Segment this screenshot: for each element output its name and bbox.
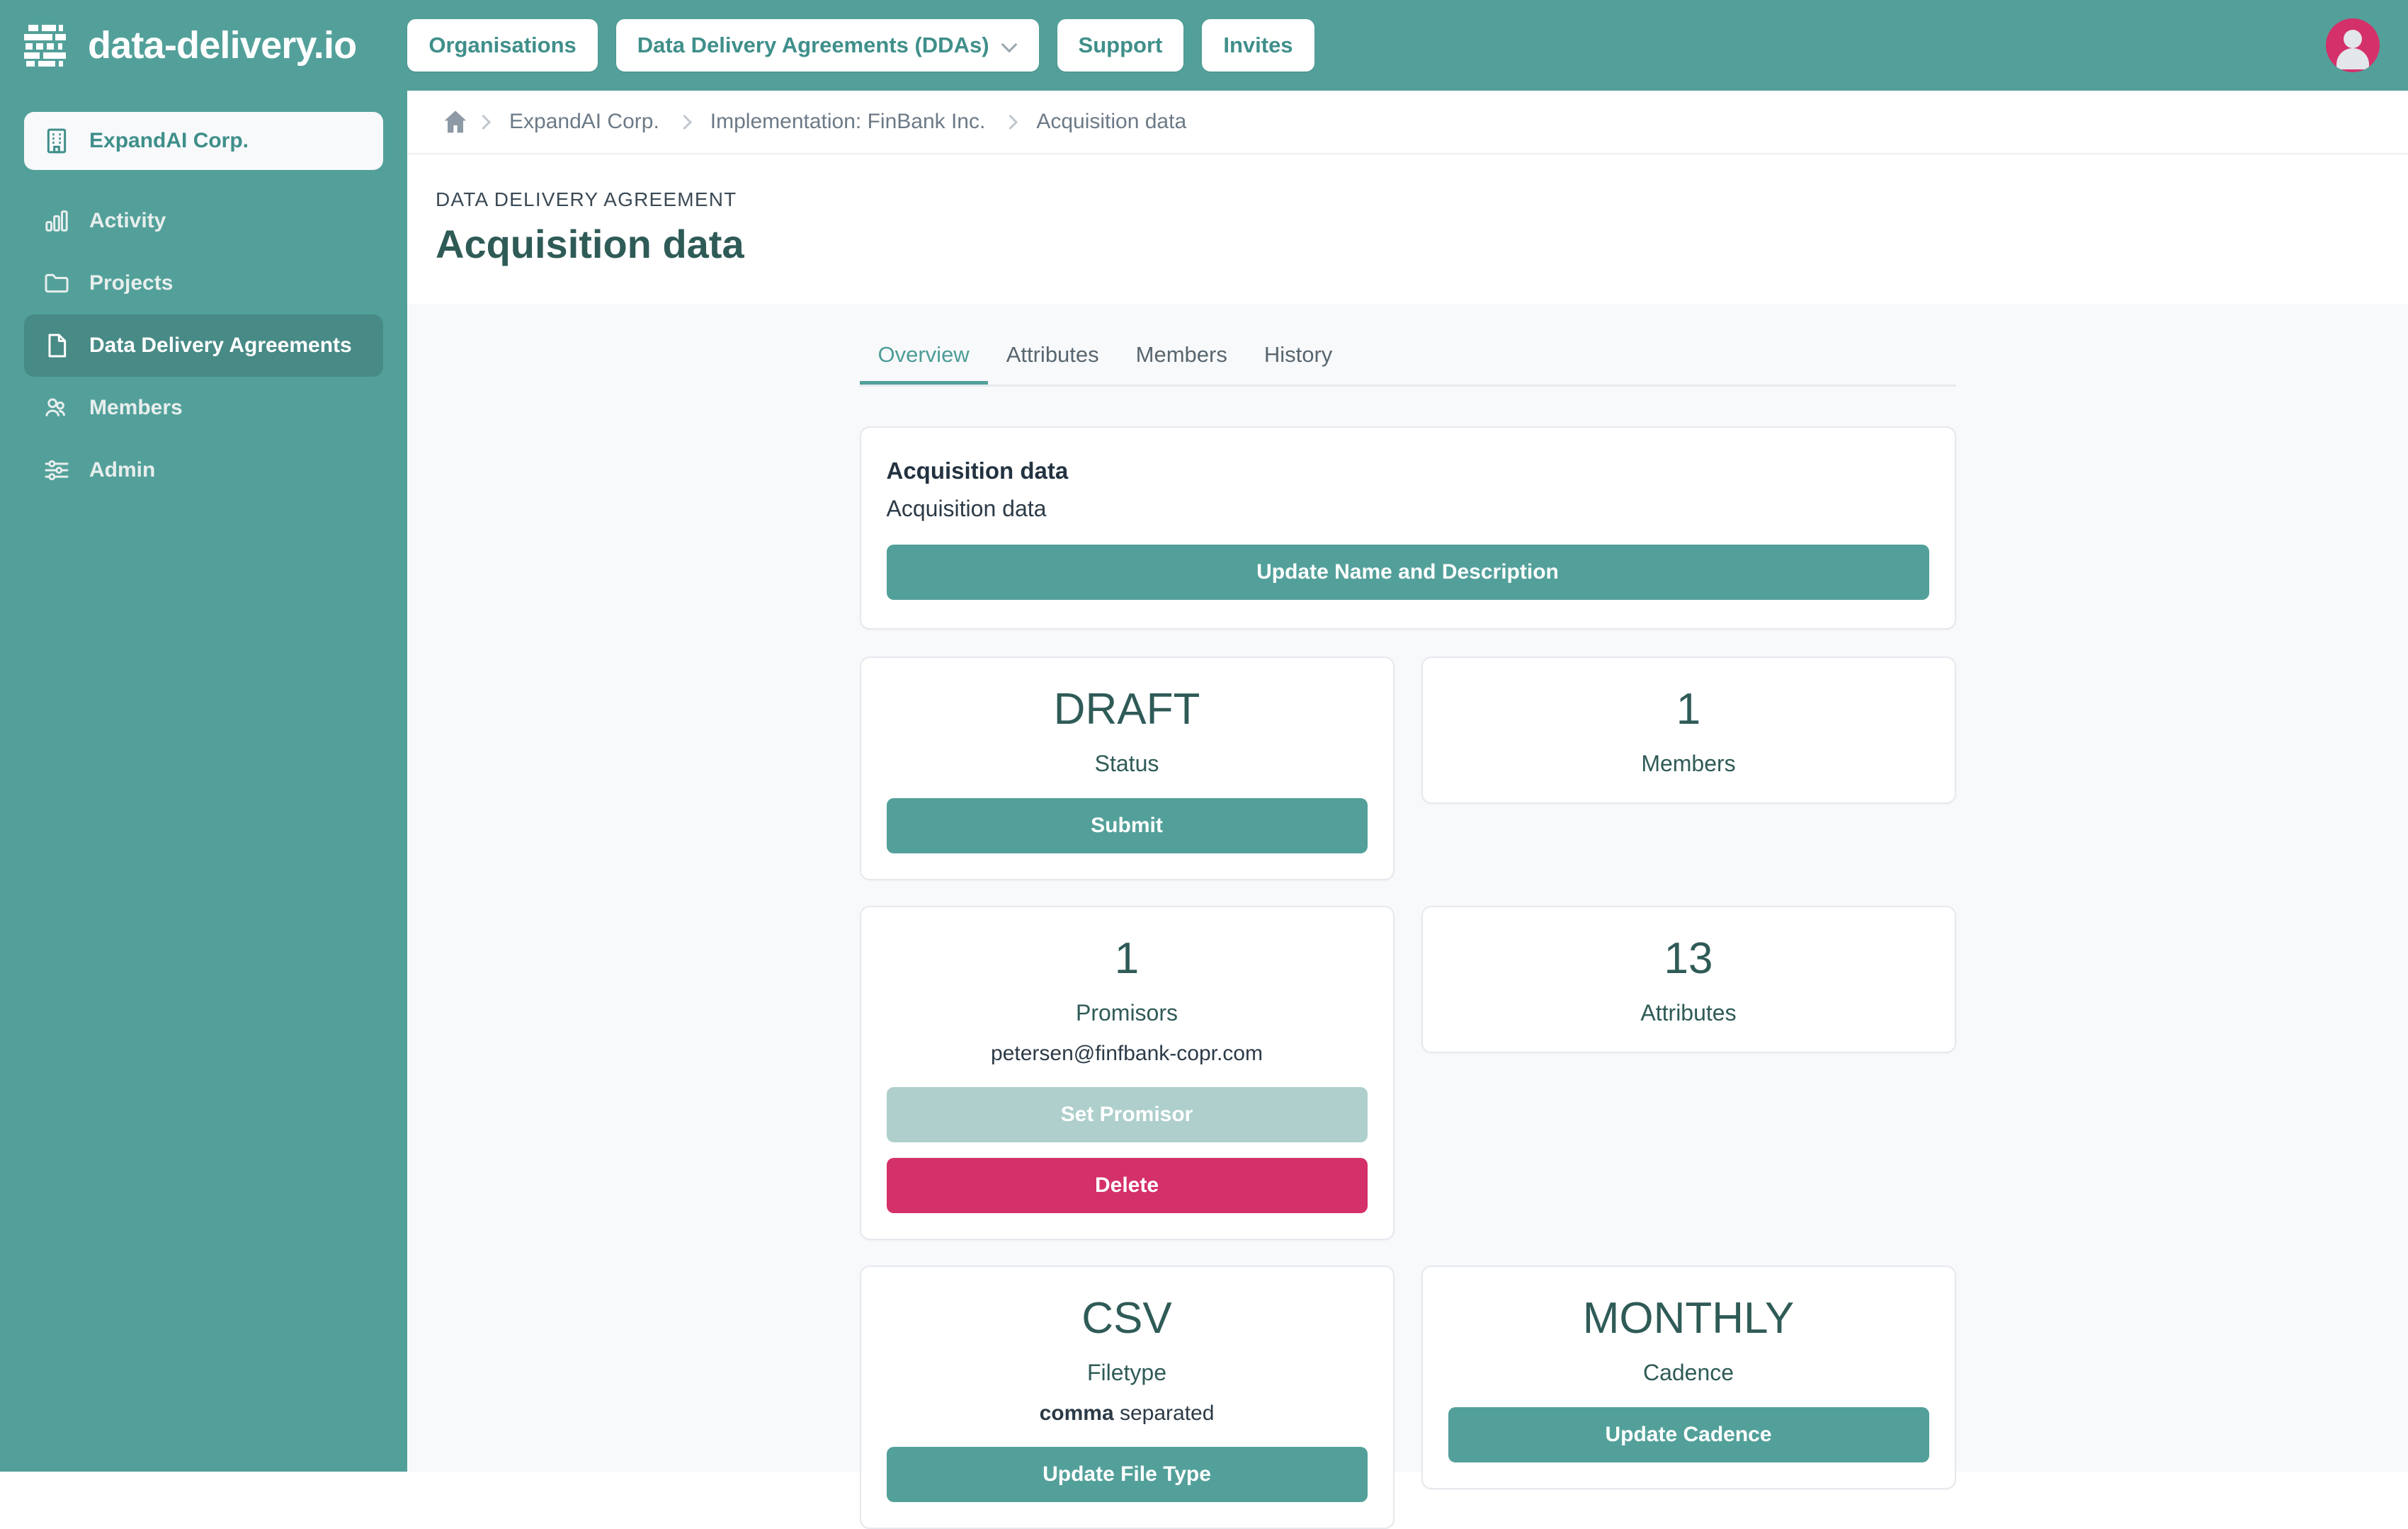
nav-invites-button[interactable]: Invites — [1202, 19, 1314, 72]
logo-text: data-delivery.io — [88, 24, 357, 67]
update-cadence-button[interactable]: Update Cadence — [1448, 1407, 1929, 1463]
members-value: 1 — [1676, 685, 1701, 734]
cadence-value: MONTHLY — [1582, 1294, 1795, 1343]
filetype-value: CSV — [1081, 1294, 1172, 1343]
content-area: Overview Attributes Members History Acqu… — [407, 304, 2408, 1529]
top-nav: Organisations Data Delivery Agreements (… — [407, 19, 1314, 72]
delete-button[interactable]: Delete — [886, 1158, 1368, 1214]
sidebar-item-dda-label: Data Delivery Agreements — [89, 334, 352, 357]
breadcrumb-item-org[interactable]: ExpandAI Corp. — [496, 110, 672, 134]
nav-organisations-button[interactable]: Organisations — [407, 19, 598, 72]
breadcrumb-separator-icon — [1005, 116, 1016, 127]
sidebar-item-members-label: Members — [89, 396, 183, 419]
building-icon — [41, 125, 72, 157]
filetype-card: CSV Filetype comma separated Update File… — [859, 1266, 1395, 1529]
promisors-caption: Promisors — [1075, 1000, 1178, 1026]
members-card: 1 Members — [1421, 656, 1956, 805]
promisors-card: 1 Promisors petersen@finfbank-copr.com S… — [859, 906, 1395, 1241]
tab-overview[interactable]: Overview — [860, 329, 988, 385]
breadcrumb-separator-icon — [478, 116, 489, 127]
chevron-down-icon — [1002, 38, 1018, 53]
sidebar-item-projects[interactable]: Projects — [24, 252, 383, 314]
sidebar-item-admin-label: Admin — [89, 458, 156, 482]
set-promisor-button[interactable]: Set Promisor — [886, 1087, 1368, 1143]
attributes-caption: Attributes — [1640, 1000, 1737, 1026]
nav-organisations-label: Organisations — [428, 33, 577, 57]
nav-support-label: Support — [1078, 33, 1163, 57]
members-caption: Members — [1641, 751, 1736, 777]
cadence-caption: Cadence — [1642, 1360, 1734, 1386]
dda-description: Acquisition data — [886, 496, 1047, 521]
status-card: DRAFT Status Submit — [859, 656, 1395, 881]
sidebar-item-activity[interactable]: Activity — [24, 190, 383, 252]
status-value: DRAFT — [1053, 685, 1200, 734]
page-eyebrow: DATA DELIVERY AGREEMENT — [436, 188, 737, 210]
home-icon[interactable] — [440, 108, 471, 136]
sidebar-org-expandai[interactable]: ExpandAI Corp. — [24, 112, 383, 170]
breadcrumb-item-current: Acquisition data — [1036, 110, 1187, 133]
update-name-description-button[interactable]: Update Name and Description — [886, 545, 1929, 600]
tab-history[interactable]: History — [1246, 329, 1351, 385]
page-title: Acquisition data — [436, 222, 744, 266]
filetype-separator: comma separated — [887, 1402, 1368, 1426]
nav-support-button[interactable]: Support — [1057, 19, 1184, 72]
folder-icon — [41, 268, 72, 299]
top-bar: data-delivery.io Organisations Data Deli… — [0, 0, 2408, 91]
bar-chart-icon — [41, 205, 72, 237]
sidebar-org-label: ExpandAI Corp. — [89, 129, 249, 152]
tab-bar: Overview Attributes Members History — [859, 329, 1956, 387]
filetype-caption: Filetype — [1086, 1360, 1167, 1386]
name-description-card: Acquisition data Acquisition data Update… — [859, 426, 1956, 630]
sidebar-item-projects-label: Projects — [89, 271, 174, 295]
tabs-container: Overview Attributes Members History — [859, 329, 1956, 387]
cadence-card: MONTHLY Cadence Update Cadence — [1421, 1266, 1956, 1490]
promisors-value: 1 — [1114, 934, 1140, 984]
tab-attributes[interactable]: Attributes — [988, 329, 1118, 385]
sidebar-item-admin[interactable]: Admin — [24, 439, 383, 501]
sliders-icon — [41, 455, 72, 486]
filetype-separator-rest: separated — [1113, 1402, 1215, 1426]
status-caption: Status — [1094, 751, 1159, 777]
attributes-card: 13 Attributes — [1421, 906, 1956, 1054]
nav-ddas-label: Data Delivery Agreements (DDAs) — [637, 33, 989, 57]
cards-area: Acquisition data Acquisition data Update… — [859, 387, 1956, 1529]
sidebar: ExpandAI Corp. Activity Projects Data De… — [0, 91, 407, 1472]
avatar-body — [2336, 48, 2369, 69]
breadcrumb: ExpandAI Corp. Implementation: FinBank I… — [407, 91, 2408, 154]
nav-invites-label: Invites — [1223, 33, 1293, 57]
dda-name: Acquisition data — [886, 457, 1069, 484]
avatar-head — [2344, 30, 2362, 48]
nav-ddas-dropdown[interactable]: Data Delivery Agreements (DDAs) — [615, 19, 1039, 72]
promisor-email: petersen@finfbank-copr.com — [991, 1042, 1263, 1066]
breadcrumb-separator-icon — [679, 116, 691, 127]
submit-button[interactable]: Submit — [886, 798, 1368, 854]
stat-card-grid: DRAFT Status Submit 1 Members 1 Promisor… — [859, 656, 1956, 1529]
tab-members[interactable]: Members — [1118, 329, 1246, 385]
sidebar-item-data-delivery-agreements[interactable]: Data Delivery Agreements — [24, 314, 383, 377]
users-icon — [41, 392, 72, 424]
attributes-value: 13 — [1664, 934, 1713, 984]
app-logo[interactable]: data-delivery.io — [24, 23, 357, 67]
page-header: DATA DELIVERY AGREEMENT Acquisition data — [407, 154, 2408, 304]
breadcrumb-item-implementation[interactable]: Implementation: FinBank Inc. — [698, 110, 999, 134]
filetype-separator-bold: comma — [1039, 1402, 1114, 1426]
update-file-type-button[interactable]: Update File Type — [886, 1447, 1368, 1503]
document-icon — [41, 330, 72, 361]
user-avatar-icon[interactable] — [2326, 18, 2380, 72]
sidebar-item-activity-label: Activity — [89, 209, 166, 232]
sidebar-item-members[interactable]: Members — [24, 377, 383, 439]
main-content: ExpandAI Corp. Implementation: FinBank I… — [407, 91, 2408, 1529]
brick-grid-logo-icon — [24, 25, 69, 67]
